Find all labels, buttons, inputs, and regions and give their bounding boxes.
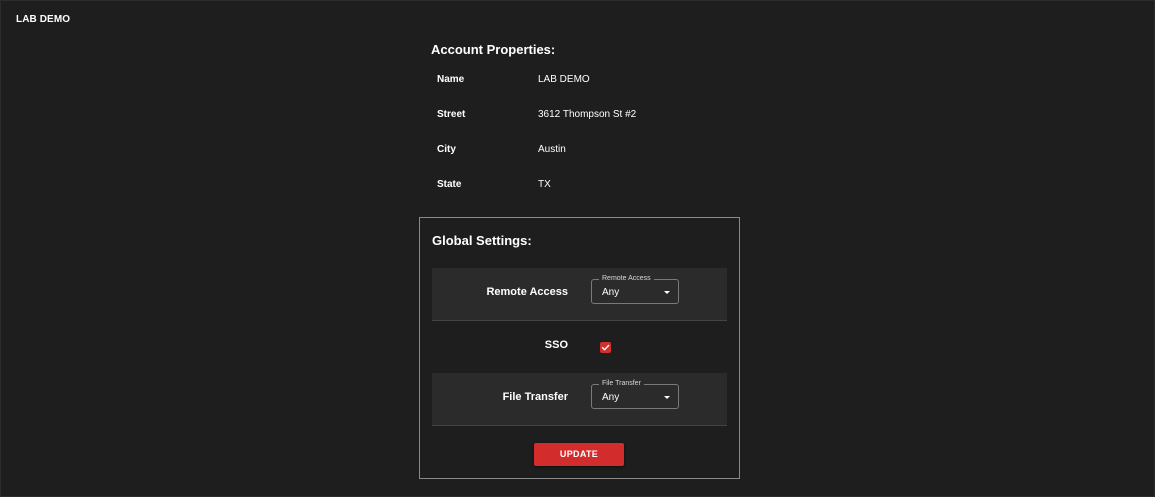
property-value: Austin [538,144,566,155]
app-frame: LAB DEMO Account Properties: Name LAB DE… [0,0,1155,497]
file-transfer-value: Any [602,392,620,403]
remote-access-row: Remote Access Remote Access Any [432,268,727,321]
property-value: 3612 Thompson St #2 [538,109,637,120]
file-transfer-select[interactable]: File Transfer Any [591,379,679,409]
sso-checkbox[interactable] [600,342,611,353]
update-button[interactable]: UPDATE [534,443,624,466]
sso-row: SSO [432,321,727,373]
remote-access-value: Any [602,287,620,298]
property-value: LAB DEMO [538,74,590,85]
property-value: TX [538,179,551,190]
property-key: City [437,144,456,155]
remote-access-select[interactable]: Remote Access Any [591,274,679,304]
property-key: Name [437,74,465,85]
property-key: State [437,179,462,190]
checkmark-icon [601,344,610,351]
chevron-down-icon [664,396,670,399]
org-name-label: LAB DEMO [16,14,71,25]
sso-label: SSO [544,339,568,351]
global-settings-title: Global Settings: [432,233,532,248]
chevron-down-icon [664,291,670,294]
global-settings-panel: Global Settings: Remote Access Remote Ac… [419,217,740,479]
file-transfer-label: File Transfer [502,391,568,403]
file-transfer-field-label: File Transfer [599,379,644,388]
remote-access-field-label: Remote Access [599,274,654,283]
remote-access-label: Remote Access [486,286,568,298]
account-properties-title: Account Properties: [431,42,556,57]
file-transfer-row: File Transfer File Transfer Any [432,373,727,426]
property-key: Street [437,109,466,120]
